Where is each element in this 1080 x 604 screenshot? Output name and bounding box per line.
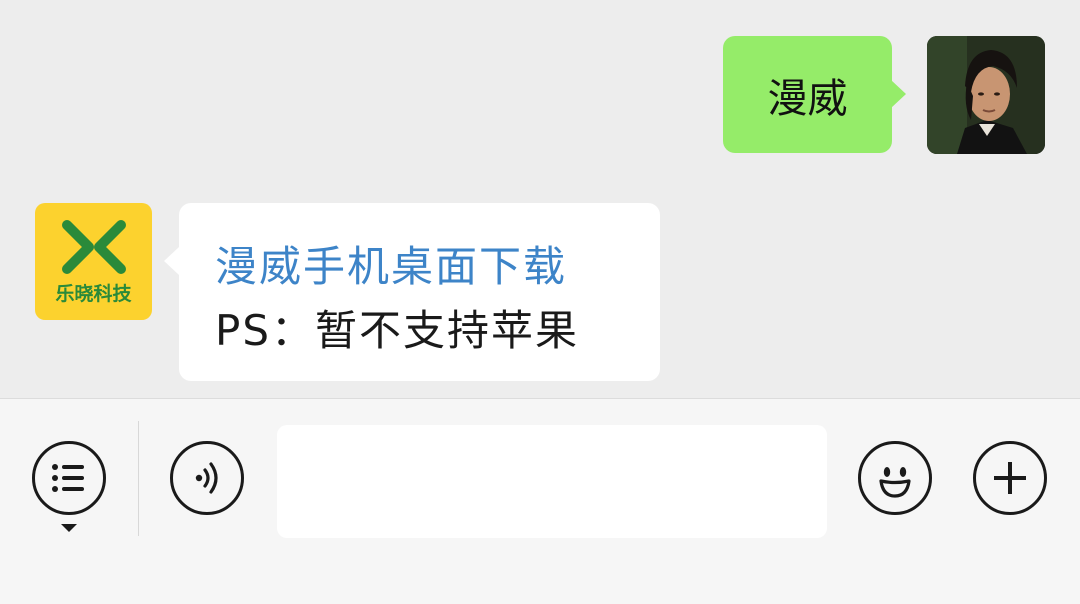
user-avatar-photo: [927, 36, 1045, 154]
brand-logo-icon: [61, 220, 126, 274]
list-menu-icon: [52, 464, 84, 492]
download-link[interactable]: 漫威手机桌面下载: [215, 233, 567, 294]
emoji-button[interactable]: [858, 441, 932, 515]
emoji-icon: [879, 467, 911, 498]
input-toolbar: [0, 398, 1080, 604]
voice-button[interactable]: [170, 441, 244, 515]
user-avatar[interactable]: [927, 36, 1045, 154]
menu-button[interactable]: [32, 441, 106, 515]
incoming-message-text: PS：暂不支持苹果: [215, 306, 579, 355]
chat-area: 漫威 乐晓科技 漫威手机桌面下载 PS：暂不支持苹果: [0, 0, 1080, 398]
message-input[interactable]: [277, 425, 827, 538]
voice-icon: [195, 462, 218, 494]
plus-icon: [994, 462, 1026, 494]
toolbar-divider: [138, 421, 139, 536]
more-button[interactable]: [973, 441, 1047, 515]
incoming-message-bubble[interactable]: 漫威手机桌面下载 PS：暂不支持苹果: [164, 203, 660, 381]
brand-avatar[interactable]: 乐晓科技: [35, 203, 152, 320]
outgoing-message-bubble[interactable]: 漫威: [723, 36, 906, 153]
outgoing-message-text: 漫威: [767, 75, 848, 122]
menu-caret-icon: [61, 524, 77, 532]
brand-name: 乐晓科技: [55, 283, 132, 305]
